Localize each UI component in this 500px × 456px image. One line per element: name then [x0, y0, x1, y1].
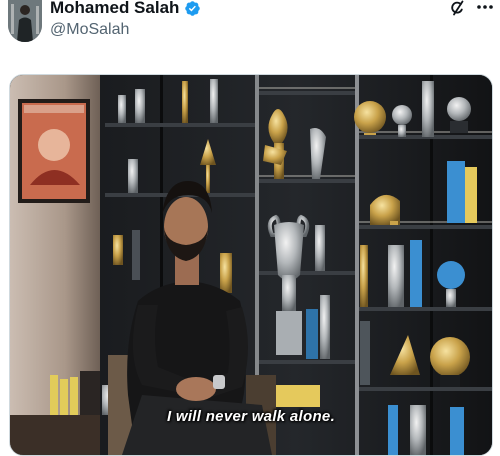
post-header: Mohamed Salah @MoSalah [0, 0, 500, 60]
grok-icon[interactable] [450, 0, 466, 16]
profile-photo-icon [8, 0, 42, 42]
verified-badge-icon [185, 0, 201, 16]
more-options-icon[interactable] [476, 3, 494, 11]
video-frame [10, 75, 492, 455]
author-avatar[interactable] [8, 0, 42, 42]
author-name[interactable]: Mohamed Salah [50, 0, 179, 18]
post-video[interactable]: I will never walk alone. [9, 74, 493, 456]
author-name-row[interactable]: Mohamed Salah [50, 0, 201, 18]
video-subtitle: I will never walk alone. [166, 408, 336, 425]
author-handle[interactable]: @MoSalah [50, 21, 129, 39]
